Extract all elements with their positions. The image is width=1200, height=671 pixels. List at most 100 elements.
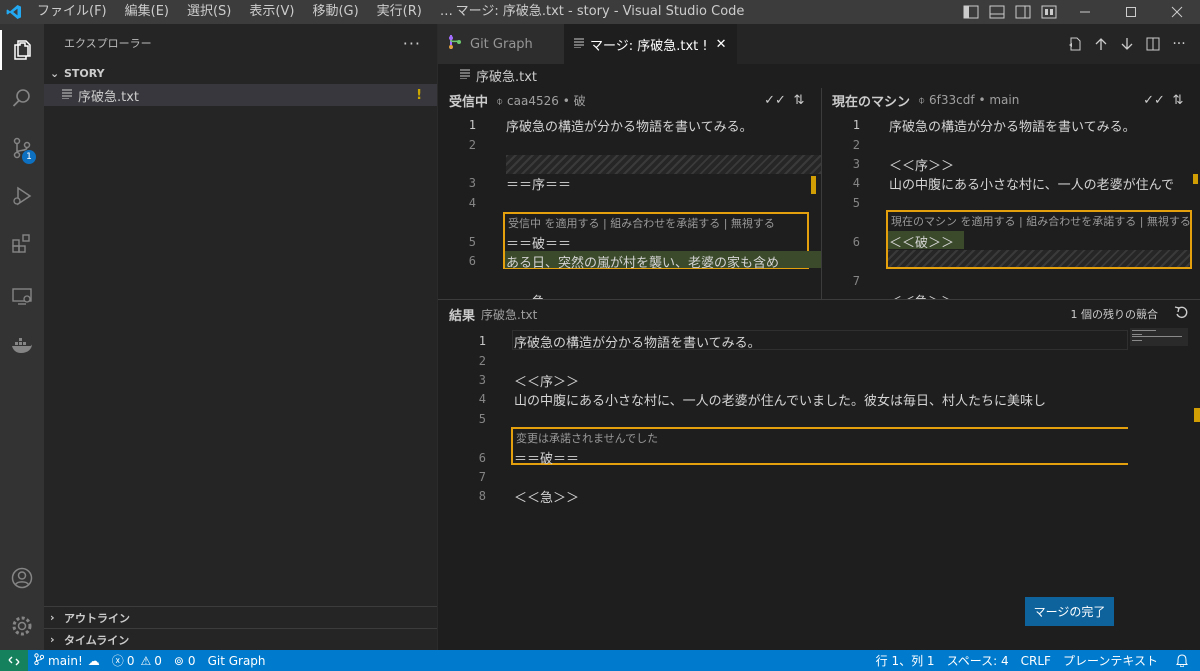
extensions-icon[interactable] [0,224,44,264]
workspace-section[interactable]: ⌄ STORY [44,62,437,84]
more-actions-icon[interactable]: ··· [1166,36,1192,52]
toggle-primary-sidebar-icon[interactable] [958,0,984,24]
code-line: ＜＜序＞＞ [889,159,955,174]
problems-status[interactable]: ⓧ 0 ⚠ 0 [106,650,168,671]
maximize-icon[interactable] [1108,0,1154,24]
docker-icon[interactable] [0,326,44,366]
status-bar: main! ☁ ⓧ 0 ⚠ 0 ⊚ 0 Git Graph 行 1、列 1 スペ… [0,650,1200,671]
separator-dot: • [562,93,574,108]
explorer-header: エクスプローラー ··· [44,24,437,62]
language-mode[interactable]: プレーンテキスト [1057,650,1164,671]
accept-all-checks-icon[interactable]: ✓✓ [1142,93,1166,108]
menu-more[interactable]: … [431,0,462,24]
minimap[interactable] [1128,326,1188,646]
remote-explorer-icon[interactable] [0,276,44,316]
editor-tabs: Git Graph マージ: 序破急.txt ! ✕ ··· [438,24,1200,64]
breadcrumb-file-icon [460,68,470,83]
menu-view[interactable]: 表示(V) [240,0,303,24]
end-of-line[interactable]: CRLF [1015,650,1057,671]
broadcast-icon: ⊚ [173,653,184,668]
search-icon[interactable] [0,78,44,118]
current-editor[interactable]: 1 序破急の構造が分かる物語を書いてみる。 2 3 ＜＜序＞＞ 4 山の中腹にあ… [822,112,1200,299]
line-number: 7 [852,274,860,288]
line-number: 4 [468,196,476,210]
title-bar: ファイル(F) 編集(E) 選択(S) 表示(V) 移動(G) 実行(R) … … [0,0,1200,24]
account-icon[interactable] [0,558,44,598]
compare-changes-icon[interactable]: ⇅ [1166,93,1190,108]
incoming-branch: 破 [573,93,586,108]
tab-close-icon[interactable]: ✕ [716,37,727,52]
outline-section[interactable]: › アウトライン [44,606,437,628]
explorer-more-icon[interactable]: ··· [403,34,421,53]
tab-git-graph[interactable]: Git Graph [438,24,564,64]
branch-status[interactable]: main! ☁ [28,650,106,671]
ports-status[interactable]: ⊚ 0 [168,650,202,671]
explorer-title: エクスプローラー [64,37,152,50]
menu-go[interactable]: 移動(G) [303,0,367,24]
branch-name: main! [48,653,83,668]
open-file-icon[interactable] [1062,37,1088,51]
source-control-icon[interactable]: 1 [0,128,44,168]
reset-undo-icon[interactable] [1174,305,1188,323]
chevron-down-icon: ⌄ [50,66,60,80]
code-line: 序破急の構造が分かる物語を書いてみる。 [889,120,1136,135]
menu-file[interactable]: ファイル(F) [28,0,116,24]
notifications-bell-icon[interactable] [1164,650,1200,671]
close-window-icon[interactable] [1154,0,1200,24]
menu-run[interactable]: 実行(R) [368,0,431,24]
breadcrumb: 序破急.txt [438,64,1200,86]
current-commit[interactable]: 6f33cdf [929,93,975,107]
code-line: 山の中腹にある小さな村に、一人の老婆が住んでいました。彼女は毎日、村人たちに美味… [514,394,1046,409]
timeline-section[interactable]: › タイムライン [44,628,437,650]
line-number: 1 [468,118,476,132]
menu-selection[interactable]: 選択(S) [178,0,240,24]
line-number: 6 [468,254,476,268]
minimap-line [1132,330,1156,331]
incoming-commit[interactable]: caa4526 [507,94,559,108]
code-line: ある日、突然の嵐が村を襲い、老婆の家も含め [506,256,780,271]
code-line: ＝＝急＝＝ [506,291,571,299]
remote-icon[interactable] [0,650,28,671]
git-graph-icon [448,34,462,54]
file-name: 序破急.txt [78,89,140,105]
toggle-panel-icon[interactable] [984,0,1010,24]
minimize-icon[interactable] [1062,0,1108,24]
code-line: ＝＝破＝＝ [506,237,572,252]
line-number: 4 [478,392,486,406]
minimap-line [1132,336,1182,337]
commit-icon: ⌽ [918,92,926,107]
scrollbar-conflict-mark [1194,408,1200,422]
tab-merge-editor[interactable]: マージ: 序破急.txt ! ✕ [564,24,737,64]
toggle-secondary-sidebar-icon[interactable] [1010,0,1036,24]
cursor-position[interactable]: 行 1、列 1 [870,650,941,671]
line-number: 5 [852,196,860,210]
current-title: 現在のマシン [832,94,911,110]
indentation[interactable]: スペース: 4 [941,650,1015,671]
menu-edit[interactable]: 編集(E) [116,0,178,24]
next-conflict-arrow-down-icon[interactable] [1114,37,1140,51]
current-codelens[interactable]: 現在のマシン を適用する | 組み合わせを承諾する | 無視する [891,213,1191,229]
timeline-title: タイムライン [64,633,130,647]
chevron-right-icon: › [50,611,55,624]
result-scrollbar[interactable] [1188,326,1200,646]
accept-all-checks-icon[interactable]: ✓✓ [763,93,787,108]
complete-merge-button[interactable]: マージの完了 [1025,597,1114,626]
vscode-logo-icon [0,0,28,24]
minimap-line [1132,340,1142,341]
incoming-codelens[interactable]: 受信中 を適用する | 組み合わせを承諾する | 無視する [508,215,775,231]
remaining-conflicts[interactable]: 1 個の残りの競合 [1071,306,1159,322]
run-debug-icon[interactable] [0,176,44,216]
file-item[interactable]: 序破急.txt ! [44,84,437,106]
compare-changes-icon[interactable]: ⇅ [787,93,811,108]
split-editor-icon[interactable] [1140,37,1166,51]
breadcrumb-file[interactable]: 序破急.txt [476,66,537,85]
commit-icon: ⌽ [496,93,504,108]
customize-layout-icon[interactable] [1036,0,1062,24]
code-line: ＝＝序＝＝ [506,178,572,193]
settings-gear-icon[interactable] [0,606,44,646]
git-graph-status[interactable]: Git Graph [202,650,272,671]
explorer-icon[interactable] [0,30,44,70]
incoming-editor[interactable]: 1 序破急の構造が分かる物語を書いてみる。 2 3 ＝＝序＝＝ 4 受信中 を適… [438,112,821,299]
line-number: 1 [852,118,860,132]
previous-conflict-arrow-up-icon[interactable] [1088,37,1114,51]
